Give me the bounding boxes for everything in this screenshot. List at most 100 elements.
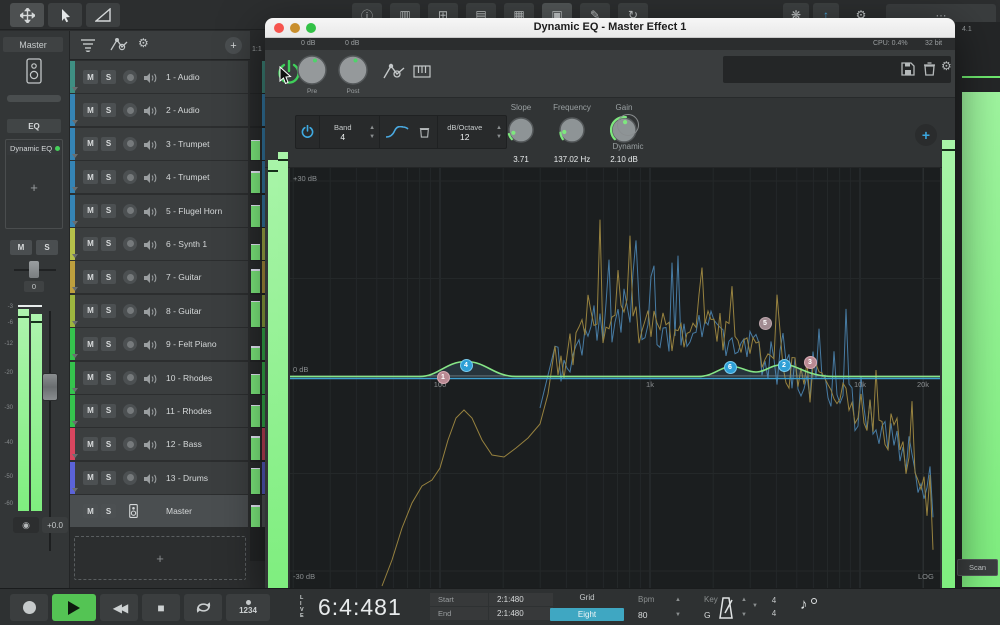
expand-arrow-icon[interactable] (72, 488, 78, 492)
record-arm-button[interactable] (123, 137, 137, 151)
eq-button[interactable]: EQ (7, 119, 61, 133)
delete-preset-icon[interactable] (923, 62, 936, 76)
fade-tool-button[interactable] (86, 3, 120, 27)
stop-button[interactable]: ■ (142, 594, 180, 621)
record-arm-button[interactable] (123, 471, 137, 485)
track-mute-button[interactable]: M (83, 337, 98, 351)
filter-icon[interactable] (80, 38, 96, 52)
track-row[interactable]: M S 13 - Drums (70, 462, 248, 494)
start-value[interactable]: 2:1:480 (489, 593, 553, 606)
filter-shape-button[interactable] (380, 116, 413, 148)
scan-button[interactable]: Scan (957, 559, 998, 576)
band-spinner[interactable]: ▲▼ (365, 125, 379, 140)
track-mute-button[interactable]: M (83, 471, 98, 485)
master-mute-button[interactable]: M (10, 240, 32, 255)
monitor-icon[interactable] (143, 138, 157, 156)
precount-button[interactable]: 1234 (226, 594, 270, 621)
track-solo-button[interactable]: S (101, 270, 116, 284)
track-solo-button[interactable]: S (101, 371, 116, 385)
metronome-icon[interactable] (716, 597, 736, 619)
track-mute-button[interactable]: M (83, 304, 98, 318)
band-power-icon[interactable] (296, 116, 319, 148)
record-arm-button[interactable] (123, 304, 137, 318)
octave-spinner[interactable]: ▲▼ (492, 125, 506, 140)
monitor-icon[interactable] (143, 405, 157, 423)
master-insert-bar[interactable] (7, 95, 61, 102)
track-mute-button[interactable]: M (83, 103, 98, 117)
track-settings-gear-icon[interactable]: ⚙ (138, 36, 149, 50)
listen-button[interactable]: ◉ (13, 517, 39, 533)
track-mute-button[interactable]: M (83, 437, 98, 451)
expand-arrow-icon[interactable] (72, 454, 78, 458)
monitor-icon[interactable] (143, 71, 157, 89)
octave-selector[interactable]: dB/Octave 12 (438, 116, 493, 148)
rewind-button[interactable]: ◀◀ (100, 594, 138, 621)
track-solo-button[interactable]: S (101, 404, 116, 418)
monitor-icon[interactable] (143, 171, 157, 189)
pre-gain-knob[interactable] (296, 54, 328, 86)
record-arm-button[interactable] (123, 270, 137, 284)
track-solo-button[interactable]: S (101, 471, 116, 485)
time-signature[interactable]: 4 4 (768, 594, 780, 620)
track-row[interactable]: M S 11 - Rhodes (70, 395, 248, 427)
track-solo-button[interactable]: S (101, 103, 116, 117)
track-row[interactable]: M S 12 - Bass (70, 428, 248, 460)
band-selector[interactable]: Band 4 (320, 116, 365, 148)
key-up-icon[interactable]: ▲ (738, 597, 750, 603)
bpm-down-icon[interactable]: ▼ (672, 612, 684, 618)
pan-slider-handle[interactable] (29, 261, 39, 278)
automation-icon[interactable] (383, 62, 405, 82)
track-row[interactable]: M S 2 - Audio (70, 94, 248, 126)
expand-arrow-icon[interactable] (72, 354, 78, 358)
automation-icon[interactable] (110, 37, 128, 53)
master-solo-button[interactable]: S (36, 240, 58, 255)
record-button[interactable] (10, 594, 48, 621)
track-solo-button[interactable]: S (101, 504, 116, 518)
track-solo-button[interactable]: S (101, 237, 116, 251)
track-mute-button[interactable]: M (83, 170, 98, 184)
record-arm-button[interactable] (123, 103, 137, 117)
track-row[interactable]: M S 8 - Guitar (70, 295, 248, 327)
expand-arrow-icon[interactable] (72, 287, 78, 291)
track-mute-button[interactable]: M (83, 237, 98, 251)
monitor-icon[interactable] (143, 338, 157, 356)
add-band-button[interactable]: + (915, 124, 937, 146)
play-button[interactable] (52, 594, 96, 621)
track-solo-button[interactable]: S (101, 304, 116, 318)
band-handle-3[interactable]: 3 (804, 356, 817, 369)
time-display[interactable]: 6:4:481 (318, 594, 402, 621)
delete-band-button[interactable] (413, 116, 436, 148)
preset-field[interactable]: ⚙ (723, 56, 951, 83)
dynamic-threshold-knob[interactable] (617, 114, 639, 136)
master-gain-value[interactable]: +0.0 (42, 517, 68, 533)
band-handle-5[interactable]: 5 (759, 317, 772, 330)
track-mute-button[interactable]: M (83, 371, 98, 385)
expand-arrow-icon[interactable] (72, 254, 78, 258)
expand-arrow-icon[interactable] (72, 120, 78, 124)
band-handle-6[interactable]: 6 (724, 361, 737, 374)
add-insert-button[interactable]: + (6, 180, 62, 195)
record-arm-button[interactable] (123, 204, 137, 218)
bpm-up-icon[interactable]: ▲ (672, 597, 684, 603)
record-arm-button[interactable] (123, 437, 137, 451)
band-handle-4[interactable]: 4 (460, 359, 473, 372)
quantize-note-icon[interactable]: ♪ (800, 596, 808, 613)
add-track-button[interactable]: + (225, 37, 242, 54)
record-arm-button[interactable] (123, 70, 137, 84)
key-down-icon[interactable]: ▼ (738, 612, 750, 618)
post-gain-knob[interactable] (337, 54, 369, 86)
record-arm-button[interactable] (123, 404, 137, 418)
record-arm-button[interactable] (123, 337, 137, 351)
bpm-value[interactable]: 80 (632, 610, 672, 620)
grid-value-button[interactable]: Eight (550, 608, 624, 621)
slope-knob[interactable] (507, 116, 535, 150)
expand-arrow-icon[interactable] (72, 87, 78, 91)
expand-arrow-icon[interactable] (72, 321, 78, 325)
eq-graph[interactable]: +30 dB 0 dB -30 dB LOG 1001k10k20k 14562… (290, 168, 940, 588)
track-solo-button[interactable]: S (101, 170, 116, 184)
track-row[interactable]: M S 10 - Rhodes (70, 362, 248, 394)
band-handle-2[interactable]: 2 (778, 359, 791, 372)
save-preset-icon[interactable] (901, 62, 915, 76)
track-row[interactable]: M S 1 - Audio (70, 61, 248, 93)
preset-gear-icon[interactable]: ⚙ (941, 59, 952, 73)
